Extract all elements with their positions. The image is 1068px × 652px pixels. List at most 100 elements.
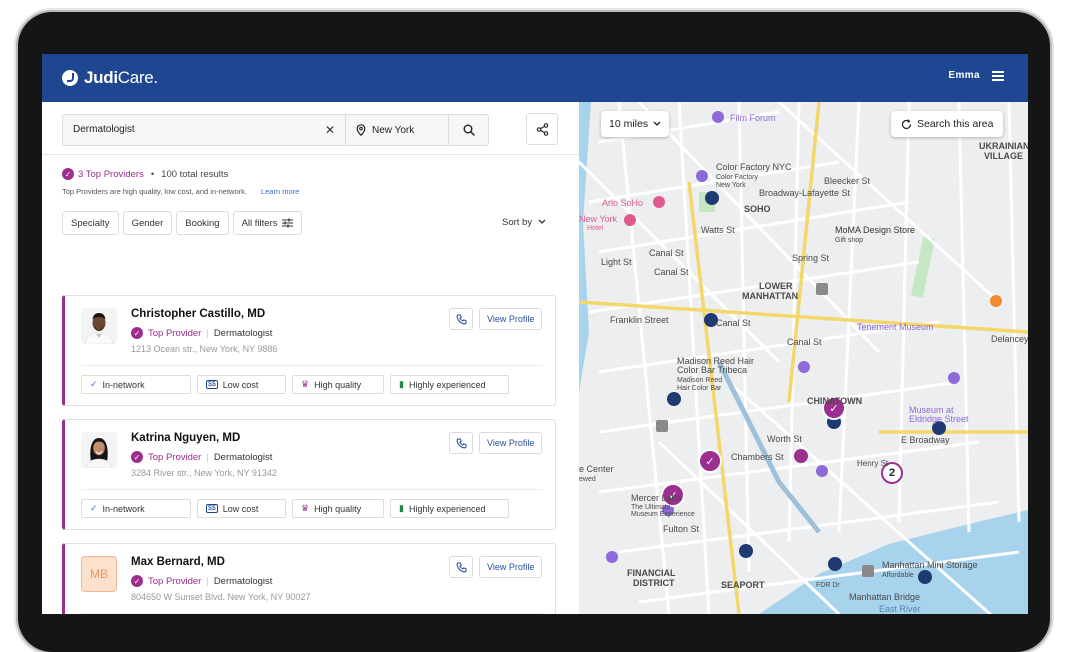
svg-text:DISTRICT: DISTRICT xyxy=(633,578,675,588)
phone-icon xyxy=(456,314,466,324)
tag-label: Low cost xyxy=(222,379,259,390)
avatar xyxy=(81,432,117,468)
divider xyxy=(42,154,579,155)
svg-text:e Center: e Center xyxy=(579,464,614,474)
call-button[interactable] xyxy=(449,556,473,578)
radius-label: 10 miles xyxy=(609,118,649,130)
tag-in-network: ✓ In-network xyxy=(81,499,191,518)
provider-card[interactable]: MB Max Bernard, MD ✓ Top Provider | Derm… xyxy=(62,543,556,614)
svg-text:Color Factory: Color Factory xyxy=(716,174,759,181)
svg-text:Spring St: Spring St xyxy=(792,253,830,263)
tag-label: Highly experienced xyxy=(408,503,486,514)
svg-text:Museum Experience: Museum Experience xyxy=(631,511,695,518)
view-profile-button[interactable]: View Profile xyxy=(479,308,543,330)
search-input[interactable]: Dermatologist ✕ xyxy=(63,115,346,145)
refresh-icon xyxy=(901,118,912,129)
tag-in-network: ✓ In-network xyxy=(81,375,191,394)
filter-all-label: All filters xyxy=(241,217,278,229)
svg-text:Madison Reed: Madison Reed xyxy=(677,377,722,384)
filter-booking[interactable]: Booking xyxy=(176,211,229,235)
tag-label: High quality xyxy=(314,503,362,514)
clear-icon[interactable]: ✕ xyxy=(325,115,335,145)
tag-label: In-network xyxy=(102,503,145,514)
view-profile-button[interactable]: View Profile xyxy=(479,432,543,454)
provider-meta: ✓ Top Provider | Dermatologist xyxy=(131,575,272,587)
results-panel: Dermatologist ✕ New York ✓ 3 Top Provide… xyxy=(42,102,580,614)
call-button[interactable] xyxy=(449,308,473,330)
tag-label: Low cost xyxy=(222,503,259,514)
logo[interactable]: JudiCare. xyxy=(62,68,158,88)
svg-text:New York: New York xyxy=(579,214,618,224)
chevron-down-icon xyxy=(538,219,546,224)
svg-text:Color Factory NYC: Color Factory NYC xyxy=(716,162,792,172)
view-profile-button[interactable]: View Profile xyxy=(479,556,543,578)
svg-text:FINANCIAL: FINANCIAL xyxy=(627,568,676,578)
svg-text:UKRAINIAN: UKRAINIAN xyxy=(979,141,1028,151)
provider-name[interactable]: Christopher Castillo, MD xyxy=(131,308,265,320)
tag-high-quality: ♛ High quality xyxy=(292,499,384,518)
provider-card[interactable]: Katrina Nguyen, MD ✓ Top Provider | Derm… xyxy=(62,419,556,530)
menu-icon[interactable] xyxy=(992,70,1004,81)
filter-gender[interactable]: Gender xyxy=(122,211,173,235)
svg-text:✓: ✓ xyxy=(705,456,714,468)
check-icon: ✓ xyxy=(90,503,98,513)
tag-highly-experienced: ▮ Highly experienced xyxy=(390,499,509,518)
share-button[interactable] xyxy=(526,113,558,145)
separator: | xyxy=(206,575,209,587)
svg-text:MANHATTAN: MANHATTAN xyxy=(742,291,798,301)
svg-text:Worth St: Worth St xyxy=(767,434,802,444)
svg-text:Manhattan Bridge: Manhattan Bridge xyxy=(849,592,920,602)
provider-name[interactable]: Max Bernard, MD xyxy=(131,556,225,568)
svg-text:Canal St: Canal St xyxy=(716,318,751,328)
svg-text:SEAPORT: SEAPORT xyxy=(721,580,765,590)
tag-high-quality: ♛ High quality xyxy=(292,375,384,394)
hudson-river xyxy=(579,102,591,392)
provider-name[interactable]: Katrina Nguyen, MD xyxy=(131,432,240,444)
separator: | xyxy=(206,451,209,463)
svg-text:East River: East River xyxy=(879,604,921,614)
provider-card[interactable]: Christopher Castillo, MD ✓ Top Provider … xyxy=(62,295,556,406)
search-button[interactable] xyxy=(449,115,488,145)
app-window: JudiCare. Emma Dermatologist ✕ New York xyxy=(42,54,1028,614)
svg-text:Eldridge Street: Eldridge Street xyxy=(909,414,969,424)
crown-icon: ♛ xyxy=(301,503,310,513)
share-icon xyxy=(536,122,548,136)
top-provider-badge: Top Provider xyxy=(148,451,202,463)
top-provider-explainer: Top Providers are high quality, low cost… xyxy=(62,187,299,196)
cluster-count[interactable]: 2 xyxy=(882,463,902,483)
search-this-area-button[interactable]: Search this area xyxy=(891,111,1004,137)
svg-text:Canal St: Canal St xyxy=(787,337,822,347)
total-results: 100 total results xyxy=(161,168,229,180)
svg-text:Affordable: Affordable xyxy=(882,572,914,579)
svg-text:Canal St: Canal St xyxy=(649,248,684,258)
card-divider xyxy=(81,489,543,490)
avatar: MB xyxy=(81,556,117,592)
provider-address: 3284 River str., New York, NY 91342 xyxy=(131,468,277,478)
map-canvas[interactable]: ✓✓✓ Film Forum Color Factory NYC Color F… xyxy=(579,102,1028,614)
sort-dropdown[interactable]: Sort by xyxy=(502,217,546,228)
svg-text:Film Forum: Film Forum xyxy=(730,113,776,123)
provider-specialty: Dermatologist xyxy=(213,575,273,587)
top-provider-icon: ✓ xyxy=(62,168,74,180)
svg-text:SOHO: SOHO xyxy=(744,204,771,214)
svg-text:Color Bar Tribeca: Color Bar Tribeca xyxy=(677,365,747,375)
svg-text:ewed: ewed xyxy=(579,476,596,483)
radius-dropdown[interactable]: 10 miles xyxy=(601,111,670,137)
filter-specialty[interactable]: Specialty xyxy=(62,211,119,235)
svg-text:VILLAGE: VILLAGE xyxy=(984,151,1023,161)
filter-all[interactable]: All filters xyxy=(232,211,302,235)
explainer-text: Top Providers are high quality, low cost… xyxy=(62,187,247,196)
user-menu[interactable]: Emma xyxy=(948,70,1004,81)
tag-label: High quality xyxy=(314,379,362,390)
user-name: Emma xyxy=(948,70,980,81)
check-icon: ✓ xyxy=(90,379,98,389)
map[interactable]: ✓ ✓ ✓ Film Forum Color Factory NYC Color F… xyxy=(579,102,1028,614)
call-button[interactable] xyxy=(449,432,473,454)
top-provider-icon: ✓ xyxy=(131,327,143,339)
svg-text:E Broadway: E Broadway xyxy=(901,435,950,445)
filter-bar: Specialty Gender Booking All filters xyxy=(62,211,302,235)
top-providers-count[interactable]: 3 Top Providers xyxy=(78,169,144,180)
svg-text:Broadway-Lafayette St: Broadway-Lafayette St xyxy=(759,188,851,198)
location-input[interactable]: New York xyxy=(346,115,449,145)
learn-more-link[interactable]: Learn more xyxy=(261,187,299,196)
